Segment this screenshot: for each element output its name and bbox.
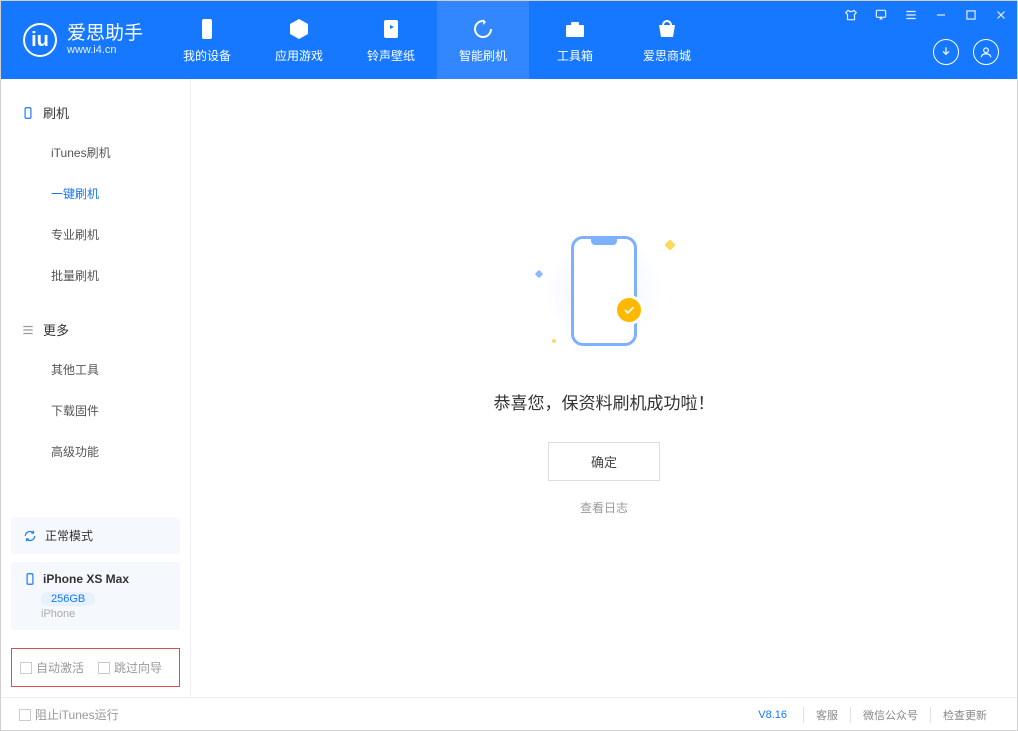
tab-store[interactable]: 爱思商城 [621,1,713,79]
feedback-icon[interactable] [873,7,889,23]
device-mode-label: 正常模式 [45,527,93,544]
device-type: iPhone [41,608,168,620]
app-header: iu 爱思助手 www.i4.cn 我的设备 应用游戏 铃声壁纸 智能刷机 工具… [1,1,1017,79]
app-url: www.i4.cn [67,44,143,56]
ok-button[interactable]: 确定 [548,442,660,481]
list-icon [21,323,35,337]
refresh-icon [23,529,37,543]
footer-link-update[interactable]: 检查更新 [930,707,999,723]
sidebar-item-advanced[interactable]: 高级功能 [1,431,190,472]
download-icon[interactable] [933,39,959,65]
sidebar-header-more: 更多 [1,314,190,349]
logo-area: iu 爱思助手 www.i4.cn [1,23,161,57]
checkbox-icon [19,709,31,721]
close-button[interactable] [993,7,1009,23]
phone-outline-icon [571,236,637,346]
logo-icon: iu [23,23,57,57]
tab-ringtones[interactable]: 铃声壁纸 [345,1,437,79]
sidebar-item-oneclick-flash[interactable]: 一键刷机 [1,173,190,214]
device-name-row: iPhone XS Max [23,572,168,586]
sidebar-item-other-tools[interactable]: 其他工具 [1,349,190,390]
checkbox-stop-itunes[interactable]: 阻止iTunes运行 [19,706,119,723]
checkbox-skip-wizard[interactable]: 跳过向导 [98,659,162,676]
view-log-link[interactable]: 查看日志 [580,499,628,516]
nav-tabs: 我的设备 应用游戏 铃声壁纸 智能刷机 工具箱 爱思商城 [161,1,713,79]
maximize-button[interactable] [963,7,979,23]
device-capacity: 256GB [41,592,95,606]
version-label: V8.16 [758,709,787,721]
sidebar: 刷机 iTunes刷机 一键刷机 专业刷机 批量刷机 更多 其他工具 下载固件 … [1,79,191,697]
success-message: 恭喜您，保资料刷机成功啦！ [494,389,715,414]
tab-apps-games[interactable]: 应用游戏 [253,1,345,79]
logo-text: 爱思助手 www.i4.cn [67,24,143,57]
body-area: 刷机 iTunes刷机 一键刷机 专业刷机 批量刷机 更多 其他工具 下载固件 … [1,79,1017,697]
checkbox-icon [98,662,110,674]
app-title: 爱思助手 [67,24,143,45]
footer-link-support[interactable]: 客服 [803,707,850,723]
device-icon [23,572,37,586]
checkbox-icon [20,662,32,674]
device-name: iPhone XS Max [43,572,129,586]
menu-icon[interactable] [903,7,919,23]
sidebar-item-download-firmware[interactable]: 下载固件 [1,390,190,431]
checkbox-auto-activate[interactable]: 自动激活 [20,659,84,676]
tab-my-device[interactable]: 我的设备 [161,1,253,79]
sidebar-item-pro-flash[interactable]: 专业刷机 [1,214,190,255]
check-badge-icon [614,295,644,325]
sidebar-group-flash: 刷机 iTunes刷机 一键刷机 专业刷机 批量刷机 [1,79,190,296]
sidebar-item-batch-flash[interactable]: 批量刷机 [1,255,190,296]
sidebar-item-itunes-flash[interactable]: iTunes刷机 [1,132,190,173]
header-right-icons [933,39,999,65]
success-illustration [534,221,674,361]
user-icon[interactable] [973,39,999,65]
skin-icon[interactable] [843,7,859,23]
window-controls [843,7,1009,23]
tab-flash[interactable]: 智能刷机 [437,1,529,79]
footer-bar: 阻止iTunes运行 V8.16 客服 微信公众号 检查更新 [1,697,1017,731]
footer-link-wechat[interactable]: 微信公众号 [850,707,930,723]
phone-icon [21,106,35,120]
tab-toolbox[interactable]: 工具箱 [529,1,621,79]
sidebar-header-flash: 刷机 [1,97,190,132]
highlighted-options-box: 自动激活 跳过向导 [11,648,180,687]
device-info-box[interactable]: iPhone XS Max 256GB iPhone [11,562,180,630]
sidebar-group-more: 更多 其他工具 下载固件 高级功能 [1,296,190,472]
minimize-button[interactable] [933,7,949,23]
device-mode-box[interactable]: 正常模式 [11,517,180,554]
main-content: 恭喜您，保资料刷机成功啦！ 确定 查看日志 [191,79,1017,697]
